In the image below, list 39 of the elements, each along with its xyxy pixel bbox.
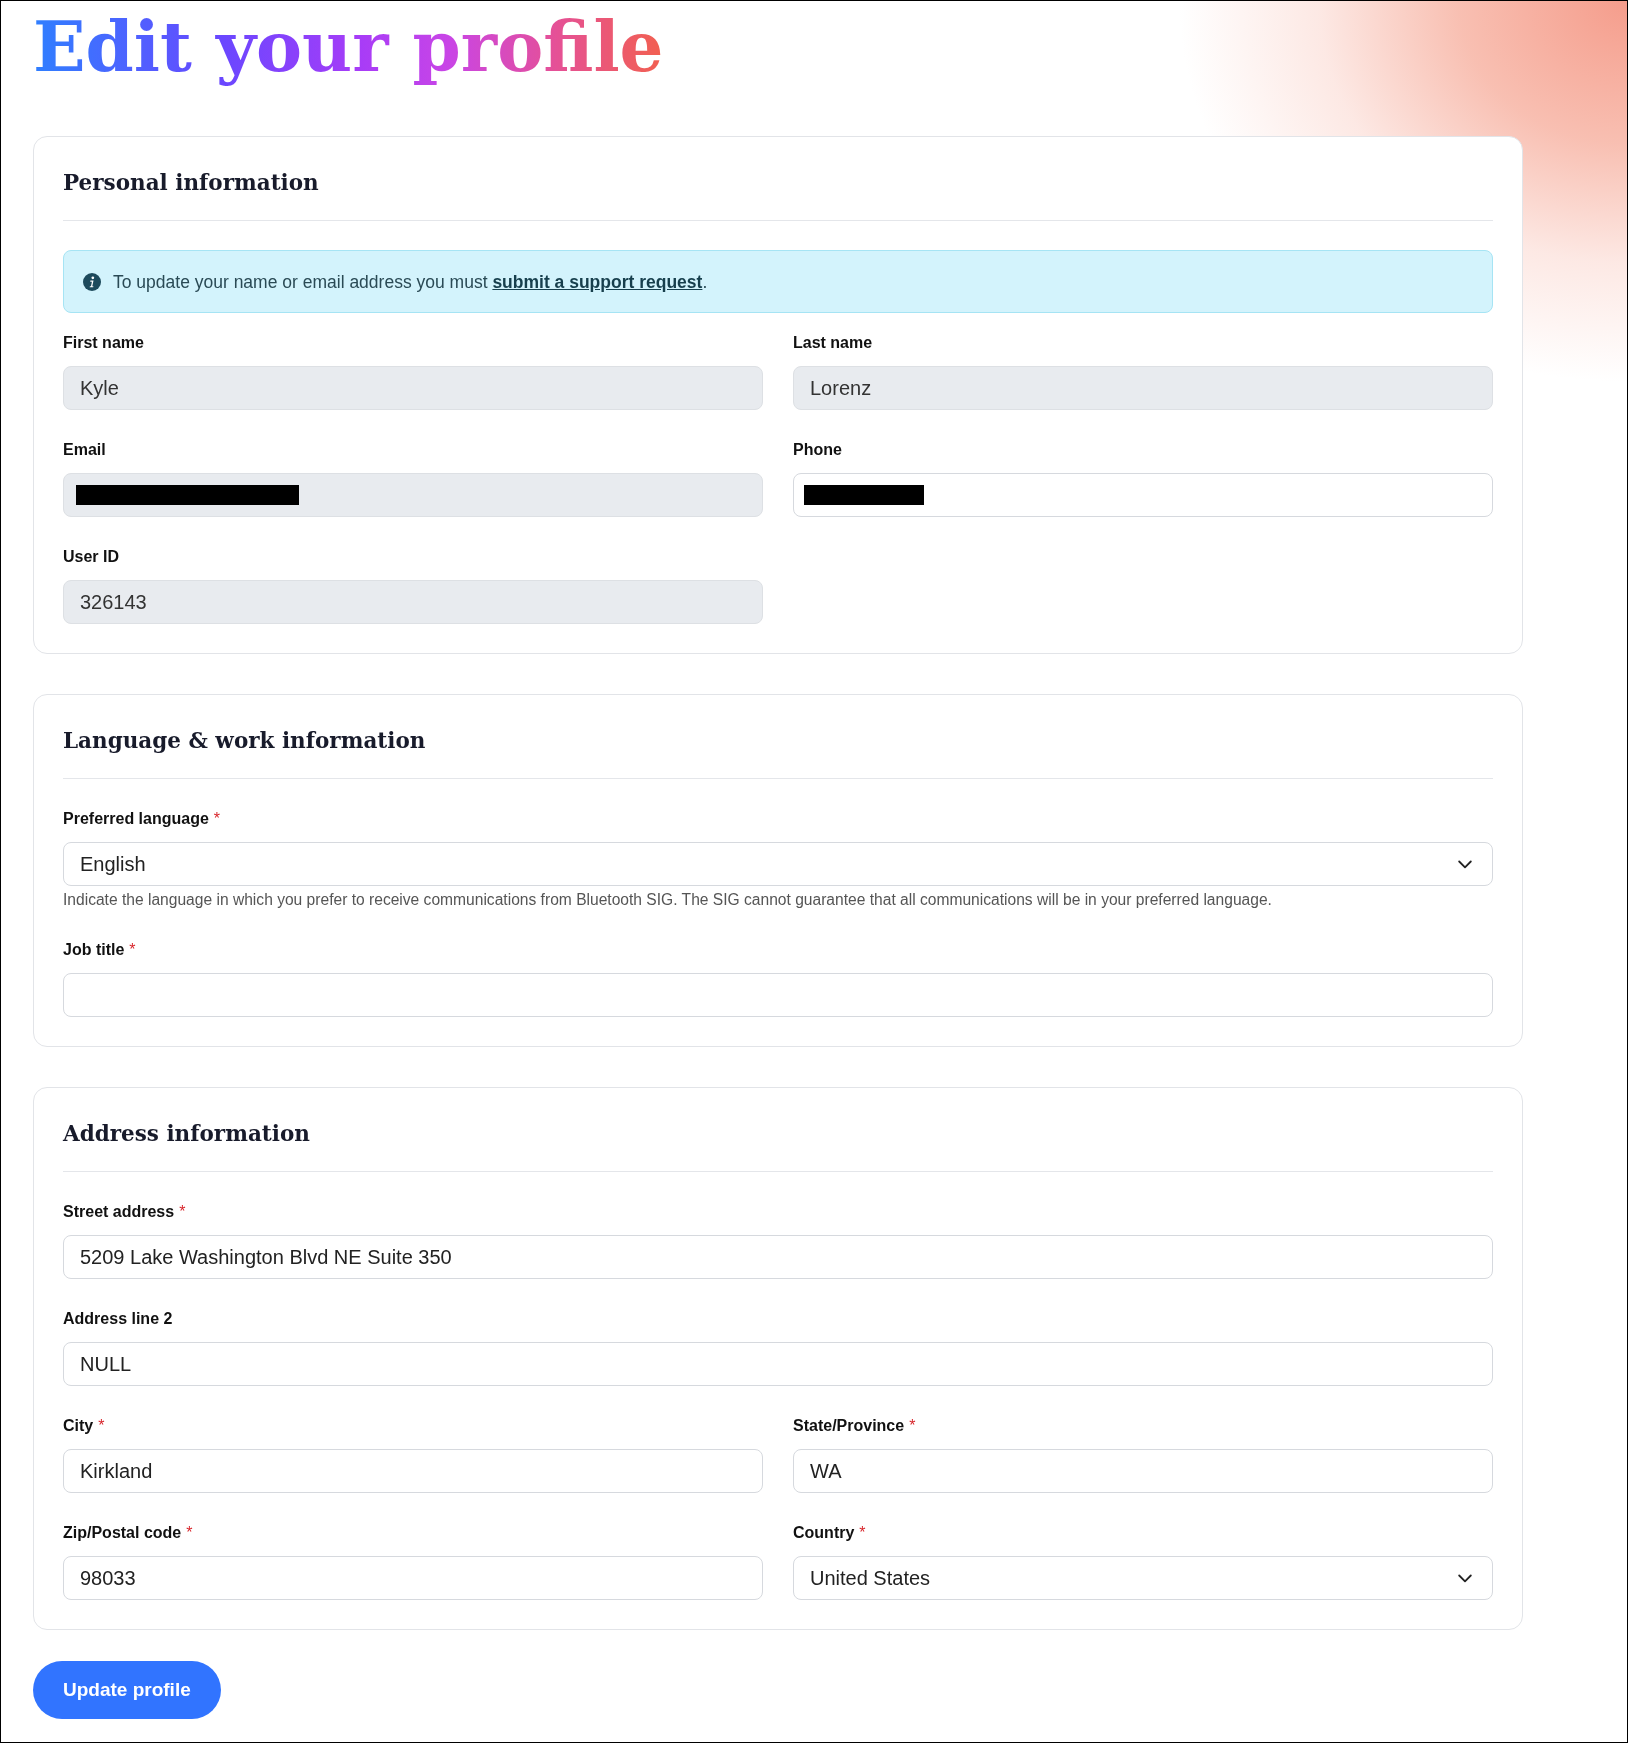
- section-heading: Personal information: [63, 169, 320, 197]
- help-text: Indicate the language in which you prefer to receive communications from Bluetooth SIG. The SIG cannot guarantee that all communications will be in your preferred language.: [63, 890, 1273, 910]
- text-field[interactable]: Kirkland: [63, 1449, 763, 1493]
- chevron-down-icon: [1458, 859, 1472, 869]
- text-field[interactable]: 5209 Lake Washington Blvd NE Suite 350: [63, 1235, 1493, 1279]
- field-label: Country: [793, 1523, 855, 1543]
- field-label: Zip/Postal code: [63, 1523, 182, 1543]
- required-asterisk: *: [186, 1523, 193, 1543]
- field-label: Address line 2: [63, 1309, 173, 1329]
- chevron-down-icon: [1458, 1573, 1472, 1583]
- required-asterisk: *: [213, 809, 221, 829]
- field-label: State/Province: [793, 1416, 905, 1436]
- field-label: User ID: [63, 547, 120, 567]
- field-label: Job title: [63, 940, 125, 960]
- update-profile-button[interactable]: Update profile: [33, 1661, 221, 1719]
- dropdown-field[interactable]: United States: [793, 1556, 1493, 1600]
- field-label: Email: [63, 440, 106, 460]
- field-label: Phone: [793, 440, 842, 460]
- field-label: Last name: [793, 333, 873, 353]
- text-field[interactable]: WA: [793, 1449, 1493, 1493]
- required-asterisk: *: [98, 1416, 105, 1436]
- field-label: First name: [63, 333, 144, 353]
- text-field[interactable]: NULL: [63, 1342, 1493, 1386]
- section-heading: Address information: [63, 1120, 311, 1148]
- text-field[interactable]: [793, 473, 1493, 517]
- dropdown-field[interactable]: English: [63, 842, 1493, 886]
- section-heading: Language & work information: [63, 727, 427, 755]
- required-asterisk: *: [129, 940, 136, 960]
- text-field[interactable]: 98033: [63, 1556, 763, 1600]
- field-label: City: [63, 1416, 94, 1436]
- required-asterisk: *: [859, 1523, 866, 1543]
- field-label: Street address: [63, 1202, 175, 1222]
- support-request-link[interactable]: submit a support request: [492, 271, 703, 292]
- required-asterisk: *: [179, 1202, 186, 1222]
- field-label: Preferred language: [63, 809, 209, 829]
- required-asterisk: *: [909, 1416, 916, 1436]
- notice-text: To update your name or email address you must submit a support request.: [113, 270, 708, 294]
- text-field[interactable]: [63, 973, 1493, 1017]
- info-icon: [83, 272, 101, 291]
